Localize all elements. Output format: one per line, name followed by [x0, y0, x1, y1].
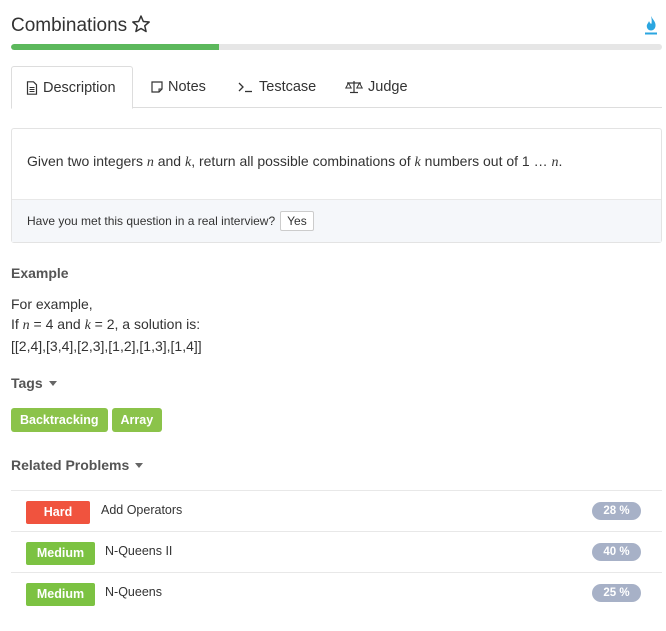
tab-bar: Description Notes Testcase Judge [11, 66, 662, 109]
related-problem-row[interactable]: Medium N-Queens II 40 % [11, 532, 662, 573]
tab-judge[interactable]: Judge [331, 66, 422, 108]
difficulty-badge: Medium [26, 542, 95, 565]
tag-backtracking[interactable]: Backtracking [11, 408, 108, 432]
difficulty-badge: Hard [26, 501, 90, 524]
description-text: . [558, 153, 563, 169]
scale-icon [345, 81, 363, 94]
document-icon [26, 80, 38, 95]
description-text: numbers out of 1 … [420, 153, 552, 169]
variable-n: n [146, 155, 154, 170]
example-line: [[2,4],[3,4],[2,3],[1,2],[1,3],[1,4]] [11, 338, 202, 354]
yes-button[interactable]: Yes [280, 211, 314, 231]
example-heading-label: Example [11, 265, 69, 281]
variable-n: n [551, 155, 559, 170]
interview-question: Have you met this question in a real int… [27, 214, 276, 228]
note-icon [151, 81, 163, 93]
tab-notes-label: Notes [168, 79, 206, 95]
example-content: For example, If n = 4 and k = 2, a solut… [11, 294, 202, 356]
acceptance-rate-badge: 25 % [592, 584, 641, 602]
example-text: = 4 and [29, 316, 85, 332]
progress-fill [11, 44, 220, 50]
progress-bar [11, 44, 662, 50]
related-problem-row[interactable]: Hard Add Operators 28 % [11, 491, 662, 532]
tab-description[interactable]: Description [11, 66, 133, 109]
description-card: Given two integers n and k, return all p… [11, 128, 662, 243]
example-heading: Example [11, 265, 69, 281]
caret-down-icon [135, 462, 144, 468]
description-text: and [153, 153, 185, 169]
related-problem-link[interactable]: N-Queens [105, 585, 162, 599]
example-text: = 2, a solution is: [90, 316, 201, 332]
page-title: Combinations [11, 15, 128, 36]
tab-description-label: Description [43, 79, 116, 96]
related-problems-list: Hard Add Operators 28 % Medium N-Queens … [11, 490, 662, 614]
tab-testcase[interactable]: Testcase [224, 66, 330, 108]
example-text: If [11, 316, 23, 332]
acceptance-rate-badge: 40 % [592, 543, 641, 561]
star-icon[interactable] [131, 14, 151, 34]
related-problems-toggle[interactable]: Related Problems [11, 457, 144, 473]
description-text: , return all possible combinations of [191, 153, 415, 169]
tab-notes[interactable]: Notes [137, 66, 220, 108]
problem-description: Given two integers n and k, return all p… [12, 129, 661, 200]
tab-testcase-label: Testcase [259, 79, 317, 95]
tab-judge-label: Judge [368, 79, 408, 95]
example-line: For example, [11, 296, 93, 312]
interview-footer: Have you met this question in a real int… [12, 199, 661, 242]
example-line: If n = 4 and k = 2, a solution is: [11, 314, 202, 336]
tags-heading-label: Tags [11, 375, 43, 391]
description-text: Given two integers [27, 153, 147, 169]
difficulty-badge: Medium [26, 583, 95, 606]
flame-icon[interactable] [644, 15, 658, 35]
related-problems-heading-label: Related Problems [11, 457, 130, 473]
tags-toggle[interactable]: Tags [11, 375, 57, 391]
related-problem-link[interactable]: Add Operators [101, 503, 182, 517]
related-problem-row[interactable]: Medium N-Queens 25 % [11, 573, 662, 614]
tag-array[interactable]: Array [111, 408, 163, 432]
title-row: Combinations [11, 13, 662, 39]
variable-n: n [22, 318, 30, 333]
terminal-icon [238, 82, 252, 93]
related-problem-link[interactable]: N-Queens II [105, 544, 172, 558]
tag-list: Backtracking Array [11, 408, 163, 432]
caret-down-icon [48, 380, 57, 386]
acceptance-rate-badge: 28 % [592, 502, 641, 520]
